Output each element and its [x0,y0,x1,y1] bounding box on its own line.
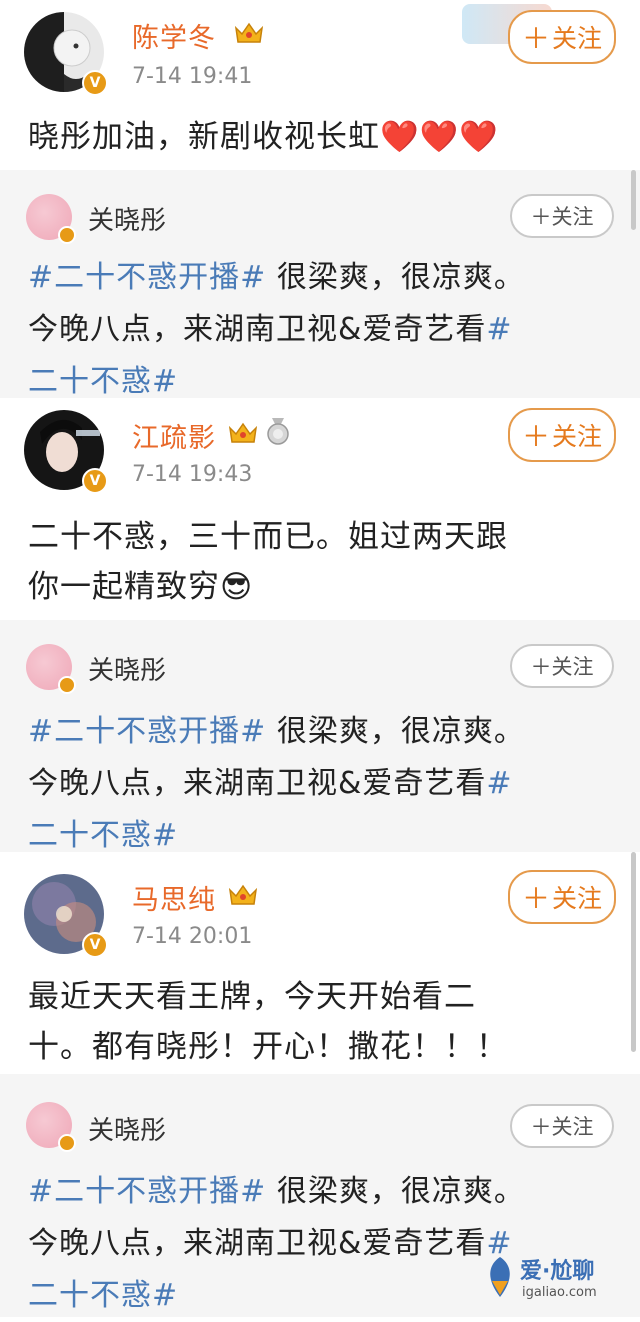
verified-badge-icon [58,676,76,694]
repost-card[interactable]: 关晓彤 ＋关注 #二十不惑开播# 很梁爽，很凉爽。 今晚八点，来湖南卫视&爱奇艺… [0,1074,640,1317]
post-card: V 江疏影 7-14 19:43 ＋关注 二十不惑，三十而已。姐过两天跟 你一起… [0,398,640,620]
post-card: V 马思纯 7-14 20:01 ＋关注 最近天天看王牌，今天开始看二 十。都有… [0,852,640,1074]
post-text: 最近天天看王牌，今天开始看二 十。都有晓彤！开心！撒花！！！ [28,979,508,1065]
logo-icon [490,1257,510,1297]
avatar[interactable]: V [24,12,108,96]
post-time: 7-14 19:43 [132,462,253,487]
avatar[interactable]: V [24,874,108,958]
crown-icon [228,422,258,443]
verified-badge-icon: V [82,468,108,494]
repost-author-name[interactable]: 关晓彤 [88,1110,166,1147]
scrollbar[interactable] [631,170,636,230]
medal-icon [267,418,289,445]
author-name[interactable]: 陈学冬 [132,16,216,55]
follow-button[interactable]: ＋关注 [508,408,616,462]
crown-icon [228,884,258,905]
author-name[interactable]: 马思纯 [132,878,216,917]
avatar[interactable]: V [24,410,108,494]
hashtag-link[interactable]: #二十不惑开播# [28,1174,266,1209]
verified-badge-icon: V [82,932,108,958]
repost-author-name[interactable]: 关晓彤 [88,200,166,237]
repost-avatar[interactable] [26,644,76,694]
post-text: 二十不惑，三十而已。姐过两天跟 你一起精致穷😎 [28,519,508,605]
repost-follow-button[interactable]: ＋关注 [510,644,614,688]
repost-follow-button[interactable]: ＋关注 [510,1104,614,1148]
site-watermark: 爱·尬聊 igaliao.com [482,1249,632,1311]
repost-text: #二十不惑开播# 很梁爽，很凉爽。 今晚八点，来湖南卫视&爱奇艺看# 二十不惑# [28,714,525,853]
repost-avatar[interactable] [26,194,76,244]
author-name[interactable]: 江疏影 [132,416,216,455]
repost-card[interactable]: 关晓彤 ＋关注 #二十不惑开播# 很梁爽，很凉爽。 今晚八点，来湖南卫视&爱奇艺… [0,170,640,399]
repost-card[interactable]: 关晓彤 ＋关注 #二十不惑开播# 很梁爽，很凉爽。 今晚八点，来湖南卫视&爱奇艺… [0,620,640,853]
crown-icon [234,22,264,43]
post-text: 晓彤加油，新剧收视长虹❤️❤️❤️ [28,119,499,155]
verified-badge-icon [58,226,76,244]
watermark-url: igaliao.com [522,1285,597,1300]
repost-follow-button[interactable]: ＋关注 [510,194,614,238]
follow-button[interactable]: ＋关注 [508,10,616,64]
repost-author-name[interactable]: 关晓彤 [88,650,166,687]
verified-badge-icon [58,1134,76,1152]
post-card: V 陈学冬 7-14 19:41 ＋关注 晓彤加油，新剧收视长虹❤️❤️❤️ [0,0,640,170]
follow-button[interactable]: ＋关注 [508,870,616,924]
repost-text: #二十不惑开播# 很梁爽，很凉爽。 今晚八点，来湖南卫视&爱奇艺看# 二十不惑# [28,260,525,399]
hashtag-link[interactable]: #二十不惑开播# [28,260,266,295]
post-time: 7-14 19:41 [132,64,253,89]
sunglasses-emoji: 😎 [220,569,254,605]
watermark-text: 爱·尬聊 [520,1259,595,1284]
post-time: 7-14 20:01 [132,924,253,949]
repost-avatar[interactable] [26,1102,76,1152]
scrollbar[interactable] [631,852,636,1052]
heart-emoji: ❤️❤️❤️ [380,119,499,155]
hashtag-link[interactable]: #二十不惑开播# [28,714,266,749]
verified-badge-icon: V [82,70,108,96]
